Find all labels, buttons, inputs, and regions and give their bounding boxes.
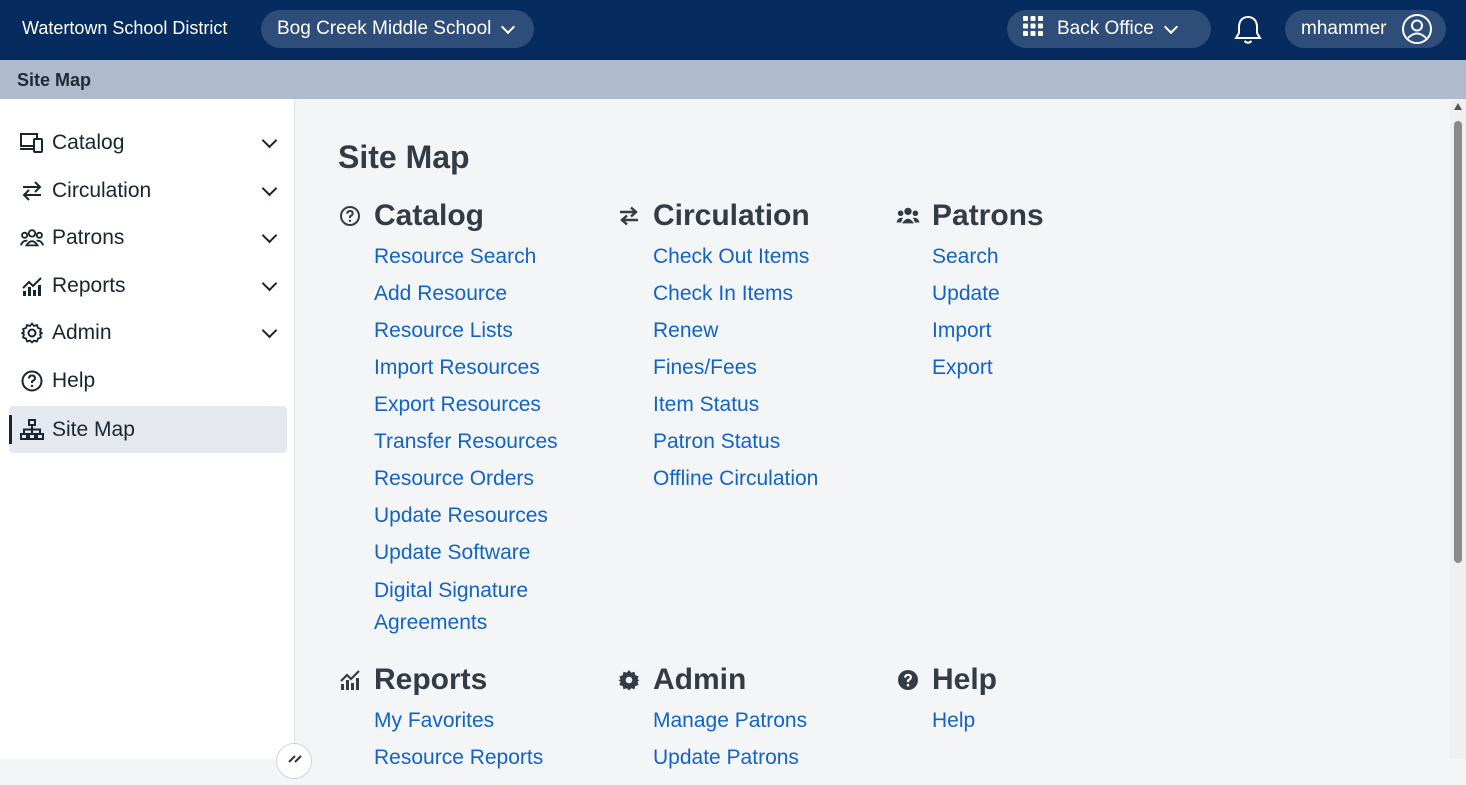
reports-icon xyxy=(20,274,44,298)
section-patrons: Patrons Search Update Import Export xyxy=(896,196,1044,386)
circulation-icon xyxy=(617,204,641,228)
sidebar-item-label: Admin xyxy=(52,320,112,344)
link-manage-patrons[interactable]: Manage Patrons xyxy=(653,702,807,739)
sidebar-item-site-map[interactable]: Site Map xyxy=(9,406,287,453)
sidebar-item-label: Help xyxy=(52,368,96,392)
page-title: Site Map xyxy=(338,139,470,175)
link-transfer-resources[interactable]: Transfer Resources xyxy=(374,423,558,460)
collapse-sidebar-button[interactable] xyxy=(276,743,312,779)
link-item-status[interactable]: Item Status xyxy=(653,386,818,423)
link-export-resources[interactable]: Export Resources xyxy=(374,386,558,423)
link-update-patrons[interactable]: Update Patrons xyxy=(653,739,807,776)
section-title: Reports xyxy=(374,663,488,696)
chevron-down-icon[interactable] xyxy=(261,227,278,244)
link-my-favorites[interactable]: My Favorites xyxy=(374,702,543,739)
section-title: Circulation xyxy=(653,199,810,232)
scroll-thumb[interactable] xyxy=(1454,121,1462,563)
link-export[interactable]: Export xyxy=(932,349,1044,386)
sidebar-item-label: Reports xyxy=(52,273,126,297)
link-check-in-items[interactable]: Check In Items xyxy=(653,275,818,312)
link-resource-orders[interactable]: Resource Orders xyxy=(374,460,558,497)
section-title: Catalog xyxy=(374,199,485,232)
sidebar-item-label: Catalog xyxy=(52,130,125,154)
help-circle-icon xyxy=(338,204,362,228)
link-renew[interactable]: Renew xyxy=(653,312,818,349)
gear-icon xyxy=(617,668,641,692)
link-import-resources[interactable]: Import Resources xyxy=(374,349,558,386)
link-update-resources[interactable]: Update Resources xyxy=(374,497,558,534)
chevron-down-icon xyxy=(501,19,516,34)
breadcrumb-bar: Site Map xyxy=(0,60,1466,99)
link-resource-lists[interactable]: Resource Lists xyxy=(374,312,558,349)
main-scrollbar[interactable] xyxy=(1450,99,1466,759)
sidebar-item-label: Circulation xyxy=(52,178,152,202)
user-avatar-icon xyxy=(1401,13,1433,45)
link-offline-circulation[interactable]: Offline Circulation xyxy=(653,460,818,497)
app-menu-label: Back Office xyxy=(1057,18,1154,39)
sidebar: Catalog Circulation Patrons Reports Admi… xyxy=(0,99,295,759)
section-title: Admin xyxy=(653,663,747,696)
chevron-down-icon[interactable] xyxy=(261,180,278,197)
link-patron-status[interactable]: Patron Status xyxy=(653,423,818,460)
section-title: Patrons xyxy=(932,199,1044,232)
link-search[interactable]: Search xyxy=(932,238,1044,275)
sidebar-item-reports[interactable]: Reports xyxy=(9,262,287,309)
scroll-up-arrow-icon[interactable] xyxy=(1454,103,1462,110)
link-import[interactable]: Import xyxy=(932,312,1044,349)
section-catalog: Catalog Resource Search Add Resource Res… xyxy=(338,196,558,639)
chevron-down-icon[interactable] xyxy=(261,275,278,292)
link-update-software[interactable]: Update Software xyxy=(374,534,558,571)
double-chevron-left-icon xyxy=(288,755,302,763)
help-filled-icon xyxy=(896,668,920,692)
section-help: Help Help xyxy=(896,660,997,739)
link-resource-reports[interactable]: Resource Reports xyxy=(374,739,543,776)
sidebar-item-label: Patrons xyxy=(52,225,125,249)
link-digital-signature-agreements[interactable]: Digital Signature Agreements xyxy=(374,575,554,639)
catalog-icon xyxy=(20,131,44,155)
gear-icon xyxy=(20,321,44,345)
apps-grid-icon xyxy=(1023,16,1043,42)
link-resource-search[interactable]: Resource Search xyxy=(374,238,558,275)
sidebar-item-help[interactable]: Help xyxy=(9,357,287,404)
link-fines-fees[interactable]: Fines/Fees xyxy=(653,349,818,386)
app-menu-button[interactable]: Back Office xyxy=(1007,10,1211,48)
sidebar-item-label: Site Map xyxy=(52,417,135,441)
breadcrumb: Site Map xyxy=(17,70,92,90)
school-selector[interactable]: Bog Creek Middle School xyxy=(261,10,534,48)
district-name: Watertown School District xyxy=(22,18,228,38)
patrons-icon xyxy=(20,226,44,250)
school-name: Bog Creek Middle School xyxy=(277,18,492,39)
main-content: Site Map Catalog Resource Search Add Res… xyxy=(296,99,1450,769)
sidebar-item-circulation[interactable]: Circulation xyxy=(9,167,287,214)
link-check-out-items[interactable]: Check Out Items xyxy=(653,238,818,275)
user-menu-button[interactable]: mhammer xyxy=(1285,10,1446,48)
link-add-resource[interactable]: Add Resource xyxy=(374,275,558,312)
circulation-icon xyxy=(20,179,44,203)
help-icon xyxy=(20,369,44,393)
top-bar: Watertown School District Bog Creek Midd… xyxy=(0,0,1466,60)
sidebar-item-admin[interactable]: Admin xyxy=(9,309,287,356)
link-help[interactable]: Help xyxy=(932,702,997,739)
sidebar-item-catalog[interactable]: Catalog xyxy=(9,119,287,166)
chevron-down-icon[interactable] xyxy=(261,132,278,149)
username: mhammer xyxy=(1301,18,1387,39)
section-title: Help xyxy=(932,663,998,696)
section-circulation: Circulation Check Out Items Check In Ite… xyxy=(617,196,818,497)
sitemap-icon xyxy=(20,418,44,442)
notifications-bell-icon[interactable] xyxy=(1231,13,1265,47)
chevron-down-icon xyxy=(1163,19,1178,34)
sidebar-item-patrons[interactable]: Patrons xyxy=(9,214,287,261)
patrons-icon xyxy=(896,204,920,228)
link-update[interactable]: Update xyxy=(932,275,1044,312)
reports-icon xyxy=(338,668,362,692)
chevron-down-icon[interactable] xyxy=(261,322,278,339)
